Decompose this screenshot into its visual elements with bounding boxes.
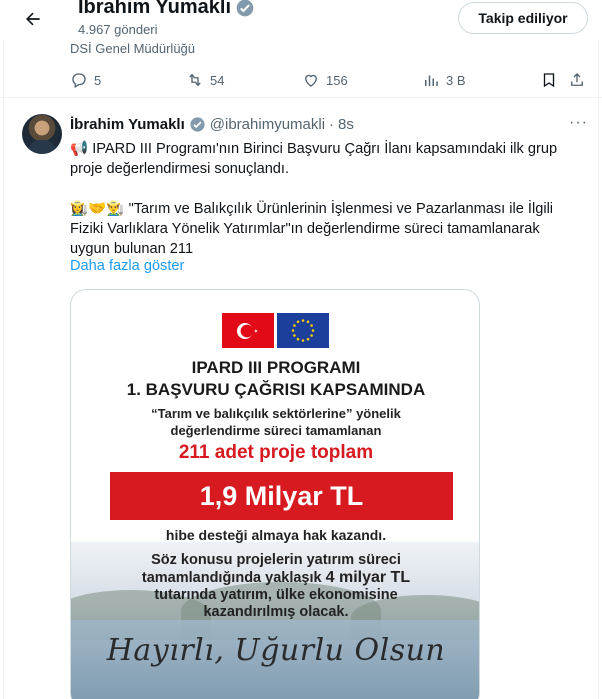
image-highlight: 4 milyar TL bbox=[325, 569, 411, 586]
image-line: kazandırılmış olacak. bbox=[203, 604, 349, 620]
bookmark-action[interactable] bbox=[540, 71, 558, 89]
reply-count: 5 bbox=[94, 72, 102, 88]
header-title: İbrahim Yumaklı bbox=[78, 0, 255, 19]
show-more-link[interactable]: Daha fazla göster bbox=[70, 258, 184, 274]
back-button[interactable] bbox=[18, 4, 48, 34]
tweet-line: 👩‍🌾🤝👨‍🌾 "Tarım ve Balıkçılık Ürünlerinin… bbox=[70, 201, 554, 217]
tagged-org[interactable]: DSİ Genel Müdürlüğü bbox=[70, 41, 195, 56]
tweet-actions: 5 54 156 3 B bbox=[70, 70, 590, 90]
verified-badge-icon bbox=[236, 0, 254, 16]
turkey-flag-icon bbox=[222, 313, 274, 348]
views-action[interactable]: 3 B bbox=[422, 71, 466, 89]
header-name: İbrahim Yumaklı bbox=[78, 0, 232, 18]
arrow-left-icon bbox=[26, 12, 40, 26]
image-line-part: tamamlandığında yaklaşık bbox=[141, 570, 326, 586]
tweet-line: 📢 IPARD III Programı'nın Birinci Başvuru… bbox=[70, 141, 558, 157]
retweet-icon bbox=[189, 73, 201, 87]
image-line: tamamlandığında yaklaşık 4 milyar TL bbox=[71, 569, 479, 587]
slogan: Hayırlı, Uğurlu Olsun bbox=[106, 633, 446, 668]
verified-badge-icon bbox=[190, 117, 205, 132]
views-icon bbox=[425, 75, 438, 86]
retweet-action[interactable]: 54 bbox=[186, 71, 224, 89]
tweet-header: İbrahim Yumaklı @ibrahimyumakli · 8s bbox=[70, 116, 354, 133]
right-divider bbox=[598, 0, 599, 699]
image-title: IPARD III PROGRAMI bbox=[191, 358, 361, 377]
project-count: 211 adet proje toplam bbox=[178, 442, 374, 463]
tweet-image[interactable]: IPARD III PROGRAMI 1. BAŞVURU ÇAĞRISI KA… bbox=[70, 289, 480, 699]
tweet-line: uygun bulunan 211 bbox=[70, 241, 194, 257]
image-paragraph: Söz konusu projelerin yatırım süreci tam… bbox=[71, 552, 479, 621]
image-text: “Tarım ve balıkçılık sektörlerine” yönel… bbox=[151, 406, 401, 421]
share-icon bbox=[571, 73, 583, 86]
avatar[interactable] bbox=[22, 114, 62, 154]
tweet-line: proje değerlendirmesi sonuçlandı. bbox=[70, 161, 290, 177]
image-line: tutarında yatırım, ülke ekonomisine bbox=[154, 587, 398, 603]
image-subtitle: 1. BAŞVURU ÇAĞRISI KAPSAMINDA bbox=[126, 380, 426, 399]
image-text: hibe desteği almaya hak kazandı. bbox=[165, 527, 387, 543]
following-button[interactable]: Takip ediliyor bbox=[458, 2, 588, 34]
image-line: Söz konusu projelerin yatırım süreci bbox=[151, 552, 401, 568]
retweet-count: 54 bbox=[210, 72, 225, 88]
posts-count: 4.967 gönderi bbox=[78, 22, 158, 37]
bookmark-icon bbox=[543, 73, 555, 88]
tweet-line: Fiziki Varlıklara Yönelik Yatırımlar"ın … bbox=[70, 221, 540, 237]
left-divider bbox=[3, 0, 4, 699]
timestamp[interactable]: 8s bbox=[338, 116, 354, 133]
like-count: 156 bbox=[326, 72, 348, 88]
previous-tweet: DSİ Genel Müdürlüğü 5 54 156 3 B bbox=[0, 40, 602, 98]
like-action[interactable]: 156 bbox=[302, 71, 348, 89]
author-handle[interactable]: @ibrahimyumakli bbox=[210, 116, 325, 133]
views-count: 3 B bbox=[446, 72, 466, 88]
author-name[interactable]: İbrahim Yumaklı bbox=[70, 116, 185, 133]
reply-action[interactable]: 5 bbox=[70, 71, 101, 89]
heart-icon bbox=[305, 74, 317, 87]
image-text: değerlendirme süreci tamamlanan bbox=[170, 423, 382, 438]
amount-text: 1,9 Milyar TL bbox=[199, 480, 364, 511]
more-options-button[interactable]: ··· bbox=[569, 114, 588, 132]
share-action[interactable] bbox=[568, 71, 586, 89]
tweet-text: 📢 IPARD III Programı'nın Birinci Başvuru… bbox=[70, 139, 590, 259]
separator-dot: · bbox=[329, 116, 335, 133]
amount-banner: 1,9 Milyar TL bbox=[110, 472, 453, 520]
top-header: İbrahim Yumaklı 4.967 gönderi Takip edil… bbox=[0, 0, 602, 40]
eu-flag-icon bbox=[277, 313, 329, 348]
reply-icon bbox=[72, 73, 86, 88]
